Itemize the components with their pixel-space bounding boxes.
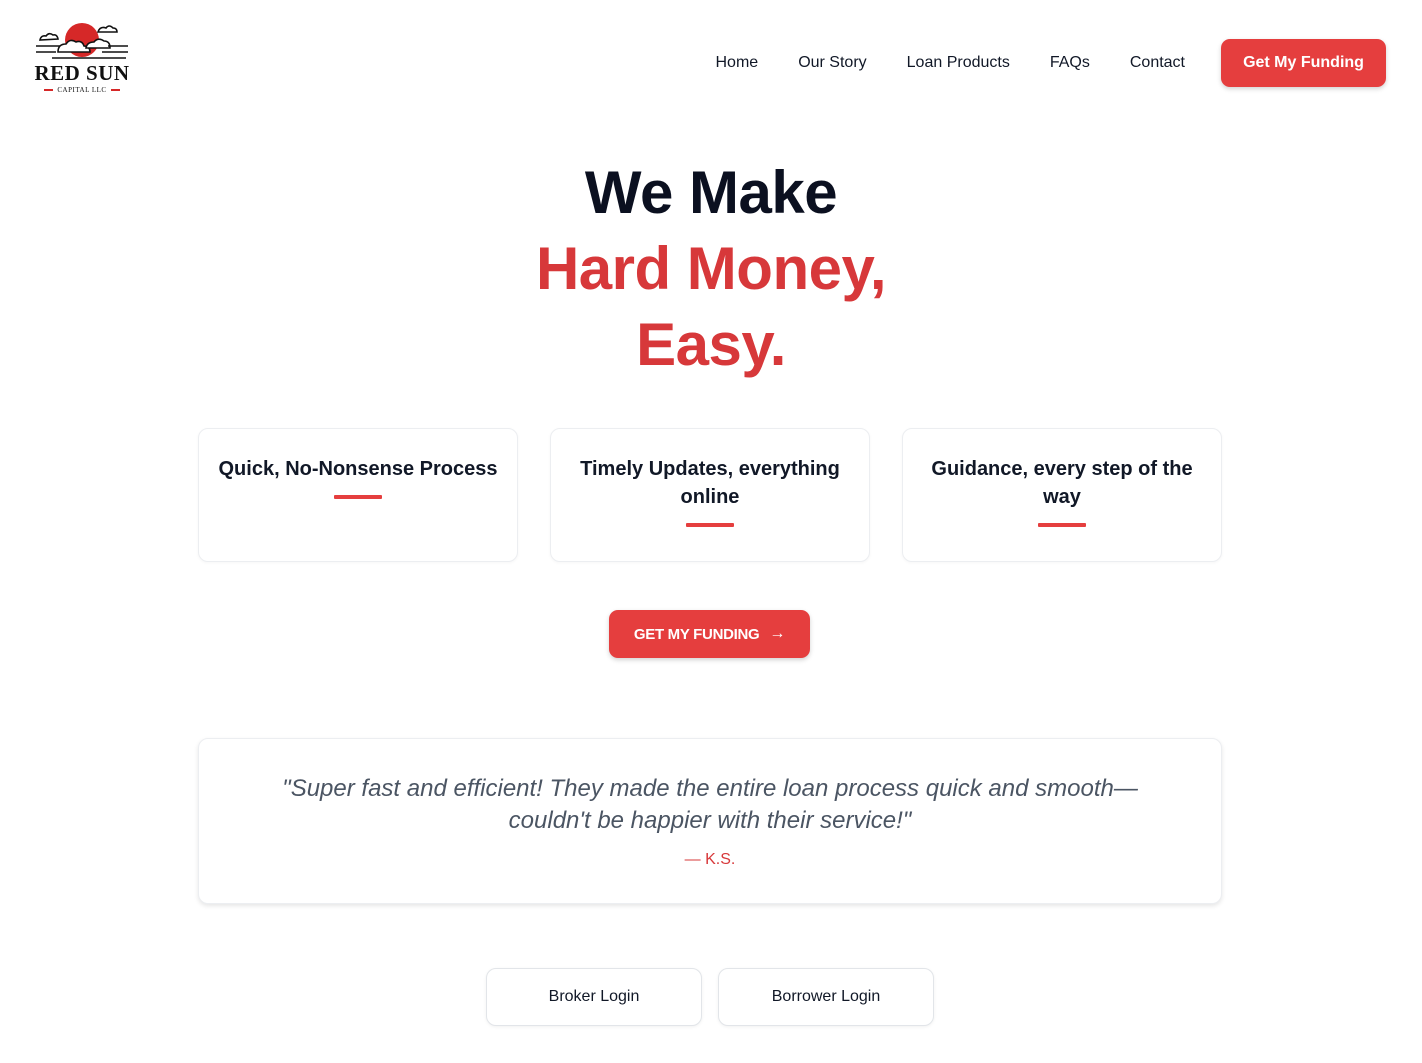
arrow-right-icon: → — [769, 625, 786, 642]
brand-subtitle-rule-right — [110, 89, 120, 91]
main-nav: Home Our Story Loan Products FAQs Contac… — [716, 39, 1386, 87]
get-my-funding-button-label: GET MY FUNDING — [633, 625, 760, 643]
get-my-funding-nav-button[interactable]: Get My Funding — [1221, 39, 1386, 87]
feature-card: Quick, No-Nonsense Process — [198, 428, 518, 562]
nav-link-loan-products[interactable]: Loan Products — [907, 54, 1010, 72]
brand-subtitle-text: CAPITAL LLC — [57, 86, 107, 94]
hero-line-2: Hard Money, — [535, 235, 887, 302]
get-my-funding-button[interactable]: GET MY FUNDING → — [609, 610, 810, 658]
login-buttons: Broker Login Borrower Login — [486, 968, 934, 1026]
feature-card-underline — [686, 523, 734, 527]
hero-line-3: Easy. — [636, 311, 786, 378]
nav-link-faqs[interactable]: FAQs — [1050, 54, 1090, 72]
feature-card-title: Guidance, every step of the way — [931, 458, 1193, 508]
brand-subtitle-rule-left — [44, 89, 54, 91]
feature-card: Guidance, every step of the way — [902, 428, 1222, 562]
broker-login-button[interactable]: Broker Login — [486, 968, 702, 1026]
feature-card: Timely Updates, everything online — [550, 428, 870, 562]
feature-card-title: Timely Updates, everything online — [580, 458, 840, 508]
hero: We Make Hard Money, Easy. — [0, 155, 1422, 383]
testimonial-card: "Super fast and efficient! They made the… — [198, 738, 1222, 904]
brand-name: RED SUN — [34, 61, 130, 85]
nav-link-home[interactable]: Home — [716, 54, 759, 72]
nav-link-contact[interactable]: Contact — [1130, 54, 1185, 72]
brand-logo[interactable]: RED SUN CAPITAL LLC — [32, 18, 132, 98]
testimonial-author: — K.S. — [684, 851, 736, 868]
brand-subtitle: CAPITAL LLC — [32, 86, 132, 94]
testimonial-quote: "Super fast and efficient! They made the… — [282, 775, 1138, 834]
borrower-login-button[interactable]: Borrower Login — [718, 968, 934, 1026]
feature-card-underline — [1038, 523, 1086, 527]
nav-link-our-story[interactable]: Our Story — [798, 54, 866, 72]
hero-line-1: We Make — [584, 159, 838, 226]
feature-card-title: Quick, No-Nonsense Process — [218, 458, 498, 480]
feature-cards: Quick, No-Nonsense Process Timely Update… — [198, 428, 1222, 562]
red-sun-clouds-logo-icon — [36, 23, 128, 59]
feature-card-underline — [334, 495, 382, 499]
